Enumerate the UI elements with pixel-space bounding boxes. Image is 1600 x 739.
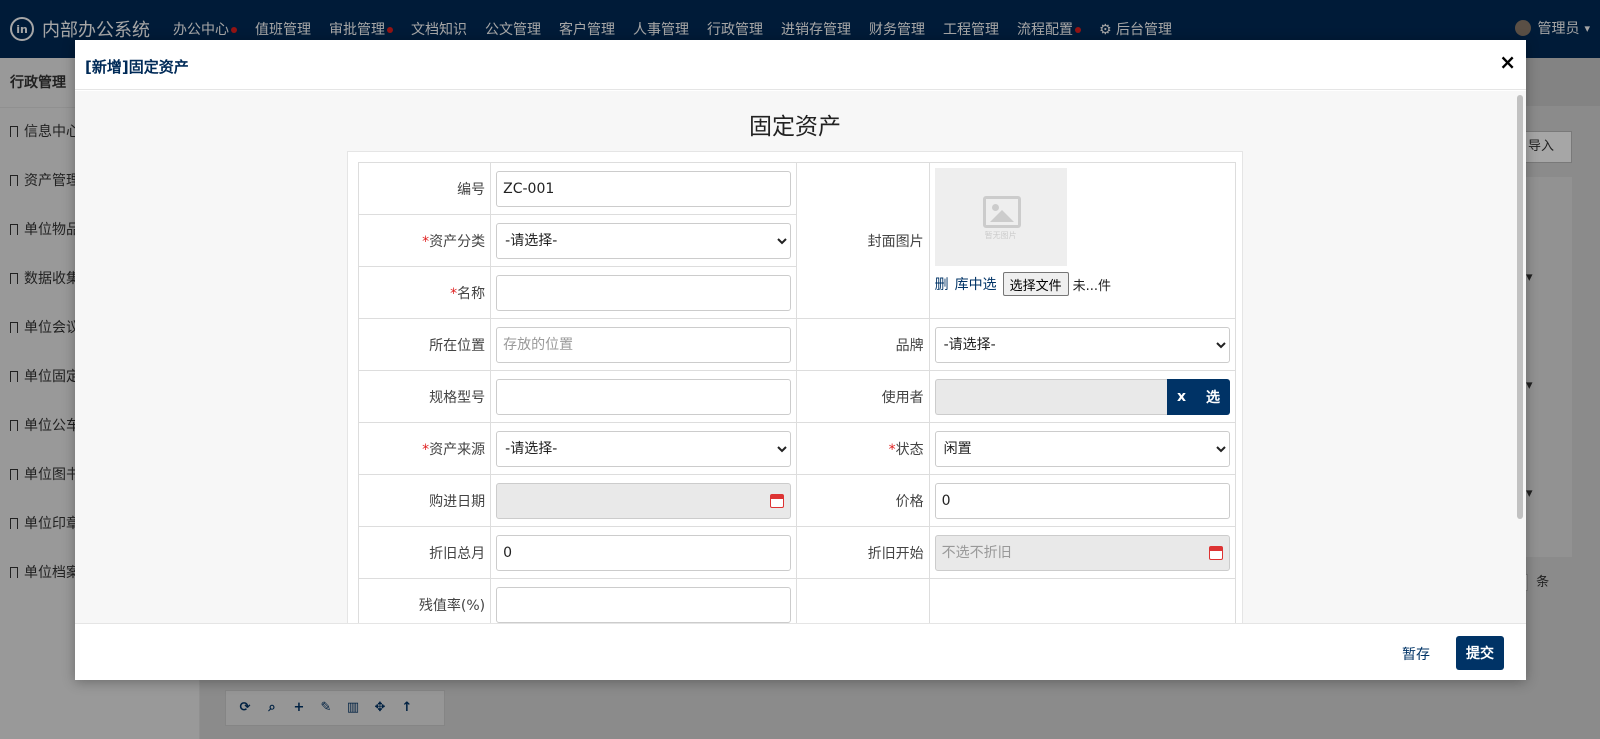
depr-months-label: 折旧总月: [357, 526, 492, 579]
save-draft-button[interactable]: 暂存: [1402, 644, 1430, 664]
calendar-icon[interactable]: [770, 493, 785, 508]
category-label: *资产分类: [357, 214, 492, 267]
name-label: *名称: [357, 266, 492, 319]
form-title: 固定资产: [749, 114, 841, 140]
delete-image-link[interactable]: 删: [935, 274, 949, 294]
close-icon[interactable]: ×: [1499, 52, 1516, 72]
code-input[interactable]: [496, 170, 792, 207]
purchase-date-label: 购进日期: [357, 474, 492, 527]
model-label: 规格型号: [357, 370, 492, 423]
image-caption: 暂无图片: [984, 231, 1017, 240]
submit-button[interactable]: 提交: [1456, 636, 1504, 670]
source-select[interactable]: -请选择-: [496, 430, 792, 467]
image-placeholder-icon: [982, 196, 1021, 228]
residual-label: 残值率(%): [357, 578, 492, 623]
purchase-date-input[interactable]: [496, 482, 792, 519]
brand-label: 品牌: [796, 318, 930, 371]
code-label: 编号: [357, 162, 492, 215]
model-input[interactable]: [496, 378, 792, 415]
depr-start-input[interactable]: [934, 534, 1230, 571]
modal-title: [新增]固定资产: [85, 58, 189, 76]
depr-start-label: 折旧开始: [796, 526, 930, 579]
form-panel: 编号 封面图片 暂无图片 删 库中选 选择文件 未...件: [347, 151, 1243, 623]
modal-body: 固定资产 编号 封面图片 暂无图片 删 库中选 选择文: [75, 91, 1526, 623]
calendar-icon[interactable]: [1209, 545, 1223, 560]
choose-file-button[interactable]: 选择文件: [1002, 272, 1069, 296]
user-label: 使用者: [796, 370, 930, 423]
residual-input[interactable]: [496, 586, 792, 623]
price-label: 价格: [796, 474, 930, 527]
location-input[interactable]: [496, 326, 792, 363]
brand-select[interactable]: -请选择-: [934, 326, 1230, 363]
category-select[interactable]: -请选择-: [496, 222, 792, 259]
scrollbar[interactable]: [1517, 95, 1523, 519]
empty-cell: [796, 578, 930, 623]
cover-cell: 暂无图片 删 库中选 选择文件 未...件: [928, 162, 1237, 319]
user-input[interactable]: [934, 378, 1167, 415]
cover-image: 暂无图片: [934, 168, 1067, 266]
location-label: 所在位置: [357, 318, 492, 371]
cover-label: 封面图片: [796, 162, 930, 319]
modal-header: [新增]固定资产 ×: [75, 40, 1526, 90]
asset-form: 编号 封面图片 暂无图片 删 库中选 选择文件 未...件: [357, 162, 1237, 623]
file-status: 未...件: [1072, 278, 1112, 294]
select-user-button[interactable]: 选: [1196, 378, 1230, 415]
source-label: *资产来源: [357, 422, 492, 475]
library-select-link[interactable]: 库中选: [955, 274, 997, 294]
depr-months-input[interactable]: [496, 534, 792, 571]
empty-cell: [928, 578, 1237, 623]
status-label: *状态: [796, 422, 930, 475]
asset-modal: [新增]固定资产 × 固定资产 编号 封面图片 暂无图片 删: [75, 40, 1526, 680]
status-select[interactable]: 闲置: [934, 430, 1230, 467]
price-input[interactable]: [934, 482, 1230, 519]
name-input[interactable]: [496, 274, 792, 311]
clear-user-button[interactable]: x: [1166, 378, 1196, 415]
modal-footer: 暂存 提交: [75, 623, 1526, 680]
